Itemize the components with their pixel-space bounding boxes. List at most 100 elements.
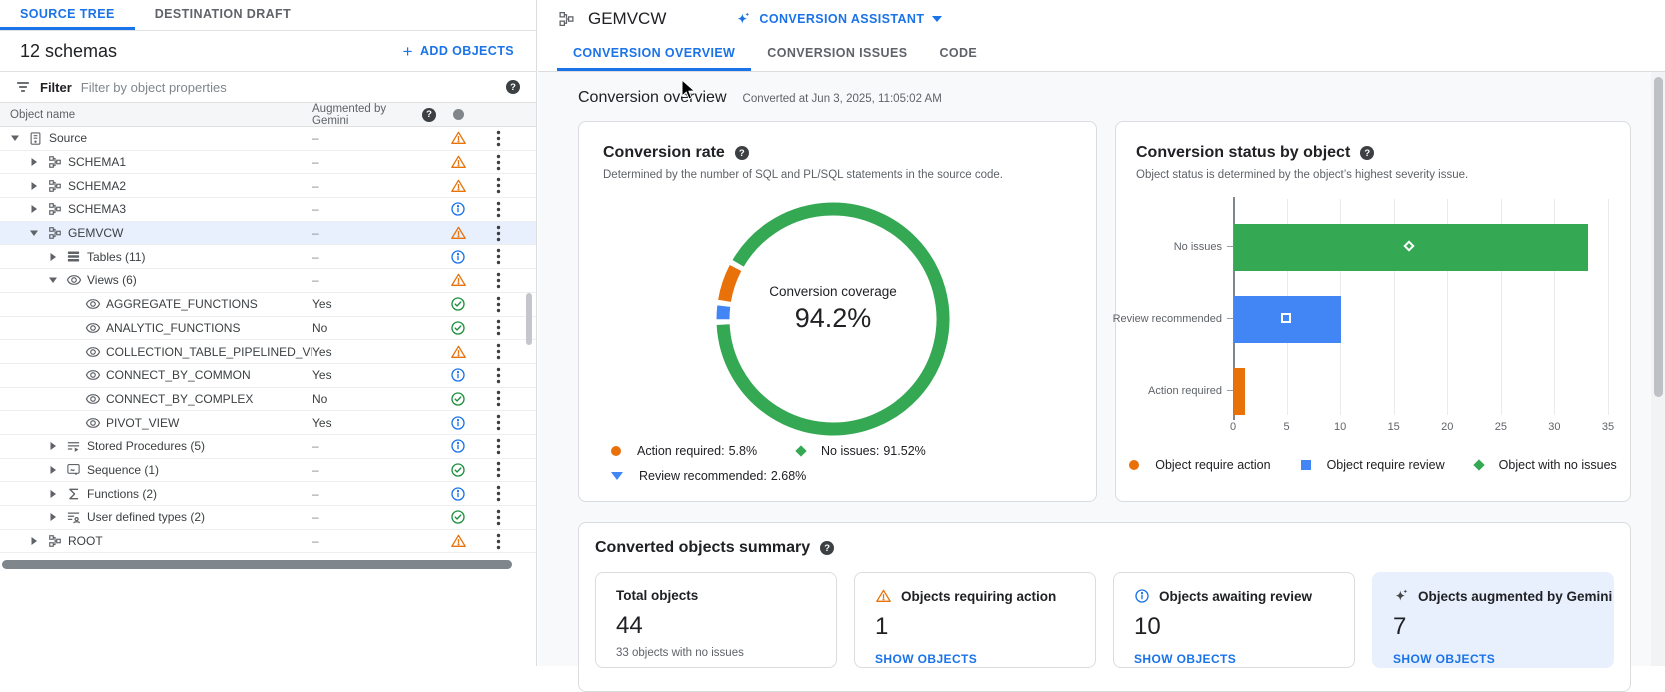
tab-destination-draft[interactable]: DESTINATION DRAFT	[135, 0, 311, 30]
tab-conversion-overview[interactable]: CONVERSION OVERVIEW	[557, 38, 751, 71]
tree-row[interactable]: Functions (2)–	[0, 482, 536, 506]
caret-down-icon[interactable]	[8, 131, 22, 145]
status-cell	[436, 415, 480, 431]
conversion-assistant-button[interactable]: CONVERSION ASSISTANT	[735, 11, 942, 27]
more-options-icon[interactable]	[496, 509, 501, 526]
objects-awaiting-review-value: 10	[1134, 613, 1334, 641]
conversion-status-help-icon[interactable]: ?	[1360, 146, 1374, 160]
object-name: GEMVCW	[68, 226, 123, 240]
tree-row[interactable]: ROOT–	[0, 530, 536, 554]
conversion-status-legend: Object require actionObject require revi…	[1116, 458, 1630, 472]
tree-row[interactable]: SCHEMA2 –	[0, 174, 536, 198]
object-name-cell: Views (6)	[0, 272, 312, 288]
tree-row[interactable]: CONNECT_BY_COMMONYes	[0, 364, 536, 388]
view-icon	[84, 320, 101, 336]
more-options-icon[interactable]	[496, 272, 501, 289]
augmented-value: –	[312, 226, 436, 240]
object-name: SCHEMA2	[68, 179, 126, 193]
caret-right-icon[interactable]	[46, 510, 60, 524]
caret-down-icon[interactable]	[27, 226, 41, 240]
object-name-cell: Functions (2)	[0, 486, 312, 502]
tree-row[interactable]: User defined types (2)–	[0, 506, 536, 530]
schema-header: 12 schemas + ADD OBJECTS	[0, 31, 536, 72]
tree-row[interactable]: Source–	[0, 127, 536, 151]
tree-vertical-scrollbar[interactable]	[526, 293, 532, 345]
tree-row[interactable]: CONNECT_BY_COMPLEXNo	[0, 388, 536, 412]
view-icon	[84, 391, 101, 407]
augmented-value: –	[312, 250, 436, 264]
more-options-icon[interactable]	[496, 177, 501, 194]
tree-row[interactable]: ANALYTIC_FUNCTIONSNo	[0, 317, 536, 341]
bar-diamond-marker	[1403, 240, 1414, 251]
summary-help-icon[interactable]: ?	[820, 541, 834, 555]
object-name: AGGREGATE_FUNCTIONS	[106, 297, 258, 311]
workspace-topbar: GEMVCW CONVERSION ASSISTANT	[538, 0, 1665, 38]
status-cell	[436, 462, 480, 478]
more-options-icon[interactable]	[496, 438, 501, 455]
tree-row[interactable]: Sequence (1)–	[0, 459, 536, 483]
tree-row[interactable]: AGGREGATE_FUNCTIONSYes	[0, 293, 536, 317]
caret-right-icon[interactable]	[27, 179, 41, 193]
rate-legend-item: Action required:5.8%	[611, 444, 797, 458]
function-icon	[65, 486, 82, 502]
tree-row[interactable]: SCHEMA3–	[0, 198, 536, 222]
show-objects-action-link[interactable]: SHOW OBJECTS	[875, 652, 1075, 666]
tab-conversion-issues[interactable]: CONVERSION ISSUES	[751, 38, 923, 71]
caret-right-icon[interactable]	[46, 463, 60, 477]
more-options-icon[interactable]	[496, 367, 501, 384]
augmented-value: –	[312, 179, 436, 193]
show-objects-review-link[interactable]: SHOW OBJECTS	[1134, 652, 1334, 666]
tree-row[interactable]: Views (6)–	[0, 269, 536, 293]
warning-icon	[450, 533, 467, 549]
filter-input[interactable]	[81, 80, 497, 95]
more-options-icon[interactable]	[496, 343, 501, 360]
bar-chart-category-labels: No issuesReview recommendedAction requir…	[1116, 199, 1233, 415]
more-options-icon[interactable]	[496, 533, 501, 550]
more-options-icon[interactable]	[496, 485, 501, 502]
column-object-name: Object name	[0, 109, 312, 121]
filter-help-icon[interactable]: ?	[506, 80, 520, 94]
tree-row[interactable]: SCHEMA1–	[0, 151, 536, 175]
row-actions-cell	[480, 390, 536, 407]
caret-right-icon[interactable]	[27, 534, 41, 548]
schema-count: 12 schemas	[20, 41, 117, 62]
more-options-icon[interactable]	[496, 248, 501, 265]
tab-code[interactable]: CODE	[923, 38, 993, 71]
right-vertical-scrollbar[interactable]	[1654, 77, 1663, 397]
x-axis-tick-label: 0	[1230, 421, 1236, 433]
show-objects-gemini-link[interactable]: SHOW OBJECTS	[1393, 652, 1593, 666]
tree-row[interactable]: GEMVCW –	[0, 222, 536, 246]
more-options-icon[interactable]	[496, 390, 501, 407]
bar-action-required	[1234, 368, 1245, 415]
more-options-icon[interactable]	[496, 296, 501, 313]
caret-down-icon[interactable]	[46, 273, 60, 287]
more-options-icon[interactable]	[496, 201, 501, 218]
more-options-icon[interactable]	[496, 154, 501, 171]
tab-source-tree[interactable]: SOURCE TREE	[0, 0, 135, 30]
caret-right-icon[interactable]	[27, 202, 41, 216]
tree-row[interactable]: Tables (11)–	[0, 245, 536, 269]
caret-right-icon[interactable]	[46, 487, 60, 501]
augmented-help-icon[interactable]: ?	[422, 108, 436, 122]
gridline	[1608, 199, 1609, 415]
object-name-cell: Tables (11)	[0, 249, 312, 265]
tree-row[interactable]: PIVOT_VIEWYes	[0, 411, 536, 435]
more-options-icon[interactable]	[496, 461, 501, 478]
caret-right-icon[interactable]	[46, 250, 60, 264]
horizontal-scrollbar[interactable]	[2, 560, 512, 569]
status-column-icon	[453, 109, 464, 120]
caret-right-icon[interactable]	[27, 155, 41, 169]
total-objects-tile: Total objects 44 33 objects with no issu…	[595, 572, 837, 668]
more-options-icon[interactable]	[496, 130, 501, 147]
legend-diamond-marker	[1473, 459, 1484, 470]
tree-row[interactable]: Stored Procedures (5)–	[0, 435, 536, 459]
tree-row[interactable]: COLLECTION_TABLE_PIPELINED_VIEWYes	[0, 340, 536, 364]
workspace-title: GEMVCW	[588, 9, 666, 29]
caret-right-icon[interactable]	[46, 439, 60, 453]
more-options-icon[interactable]	[496, 225, 501, 242]
add-objects-button[interactable]: + ADD OBJECTS	[403, 43, 514, 60]
more-options-icon[interactable]	[496, 414, 501, 431]
augmented-value: –	[312, 273, 436, 287]
more-options-icon[interactable]	[496, 319, 501, 336]
augmented-value: –	[312, 534, 436, 548]
